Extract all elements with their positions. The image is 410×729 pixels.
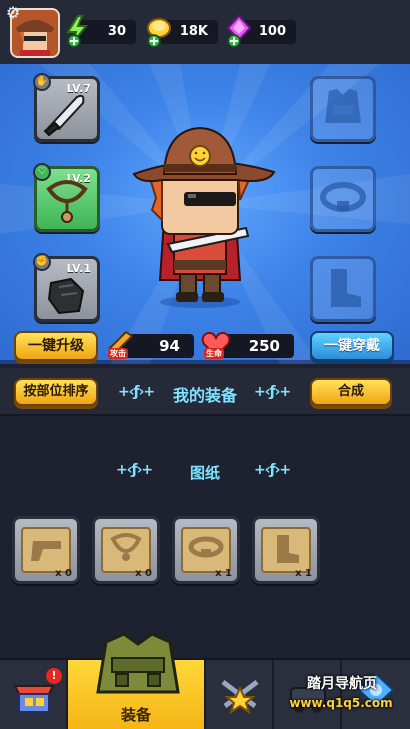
equip-all-button[interactable]: 一键穿戴 <box>310 331 394 361</box>
blueprint-deco-left-icon: +‹ƒ›+ <box>116 462 153 478</box>
crossed-guns-star-icon <box>221 680 259 715</box>
blueprint-title: 图纸 <box>189 464 220 482</box>
blueprint-belt[interactable]: x 1 <box>172 516 240 584</box>
hp-label: 生命 <box>204 348 224 359</box>
equipment-bag-header: 按部位排序 +‹ƒ›+ 我的装备 +‹ƒ›+ 合成 <box>0 368 410 416</box>
nav-tab-skills[interactable] <box>342 660 410 729</box>
energy-value: 30 <box>107 24 126 39</box>
gold-coins-icon <box>144 14 174 48</box>
blueprint-count: x 1 <box>215 568 232 579</box>
title-deco-left-icon: +‹ƒ›+ <box>118 384 155 400</box>
sort-by-slot-button[interactable]: 按部位排序 <box>14 378 98 406</box>
gem-diamond-icon <box>224 14 254 48</box>
blueprint-deco-right-icon: +‹ƒ›+ <box>254 462 291 478</box>
settings-gear-icon[interactable]: ⚙ <box>4 4 22 22</box>
blueprint-necklace[interactable]: x 0 <box>92 516 160 584</box>
gloves-icon <box>47 277 85 315</box>
gloves-slot[interactable]: ✊ LV.1 <box>33 253 100 322</box>
watermark-title: 踏月导航页 <box>307 676 377 692</box>
pistol-silhouette-icon <box>31 541 61 561</box>
nav-tab-shop[interactable]: ! <box>0 660 68 729</box>
boots-slot[interactable] <box>310 256 376 322</box>
necklace-slot[interactable]: ♡ LV.2 <box>33 163 100 232</box>
game-screen: ⚙ 30 18K 100 ✋ LV.7 ♡ LV.2 ✊ LV.1 一键升级 一… <box>0 0 410 729</box>
energy-bolt-icon <box>64 14 94 48</box>
shop-alert-icon: ! <box>46 668 62 684</box>
attack-label: 攻击 <box>108 348 128 359</box>
top-bar: ⚙ 30 18K 100 <box>0 0 410 64</box>
blueprint-count: x 0 <box>55 568 72 579</box>
title-deco-right-icon: +‹ƒ›+ <box>254 384 291 400</box>
necklace-icon <box>46 180 88 223</box>
belt-blueprint-icon <box>188 536 224 558</box>
attack-value: 94 <box>159 337 180 355</box>
nav-tab-battle[interactable] <box>206 660 274 729</box>
belt-slot[interactable] <box>310 166 376 232</box>
hp-value: 250 <box>248 337 280 355</box>
boots-silhouette-icon <box>331 269 361 307</box>
weapon-slot[interactable]: ✋ LV.7 <box>33 73 100 142</box>
nav-tab-vehicle[interactable] <box>274 660 342 729</box>
gem-value: 100 <box>258 24 286 39</box>
equipment-vest-icon <box>96 632 180 694</box>
blueprint-count: x 0 <box>135 568 152 579</box>
gold-value: 18K <box>179 24 208 39</box>
necklace-silhouette-icon <box>110 533 142 561</box>
bottom-nav: ! 装备 <box>0 658 410 729</box>
blueprint-count: x 1 <box>295 568 312 579</box>
armor-slot[interactable] <box>310 76 376 142</box>
watermark-url: www.q1q5.com <box>289 696 393 710</box>
vest-silhouette-icon <box>325 89 361 123</box>
knife-icon <box>43 94 85 137</box>
my-equipment-title: 我的装备 <box>172 386 237 405</box>
upgrade-all-button[interactable]: 一键升级 <box>14 331 98 361</box>
blueprint-weapon[interactable]: x 0 <box>12 516 80 584</box>
blueprint-boots[interactable]: x 1 <box>252 516 320 584</box>
hero-character <box>132 126 276 308</box>
merge-button[interactable]: 合成 <box>310 378 392 406</box>
belt-silhouette-icon <box>320 182 366 212</box>
boots-blueprint-icon <box>277 535 299 563</box>
